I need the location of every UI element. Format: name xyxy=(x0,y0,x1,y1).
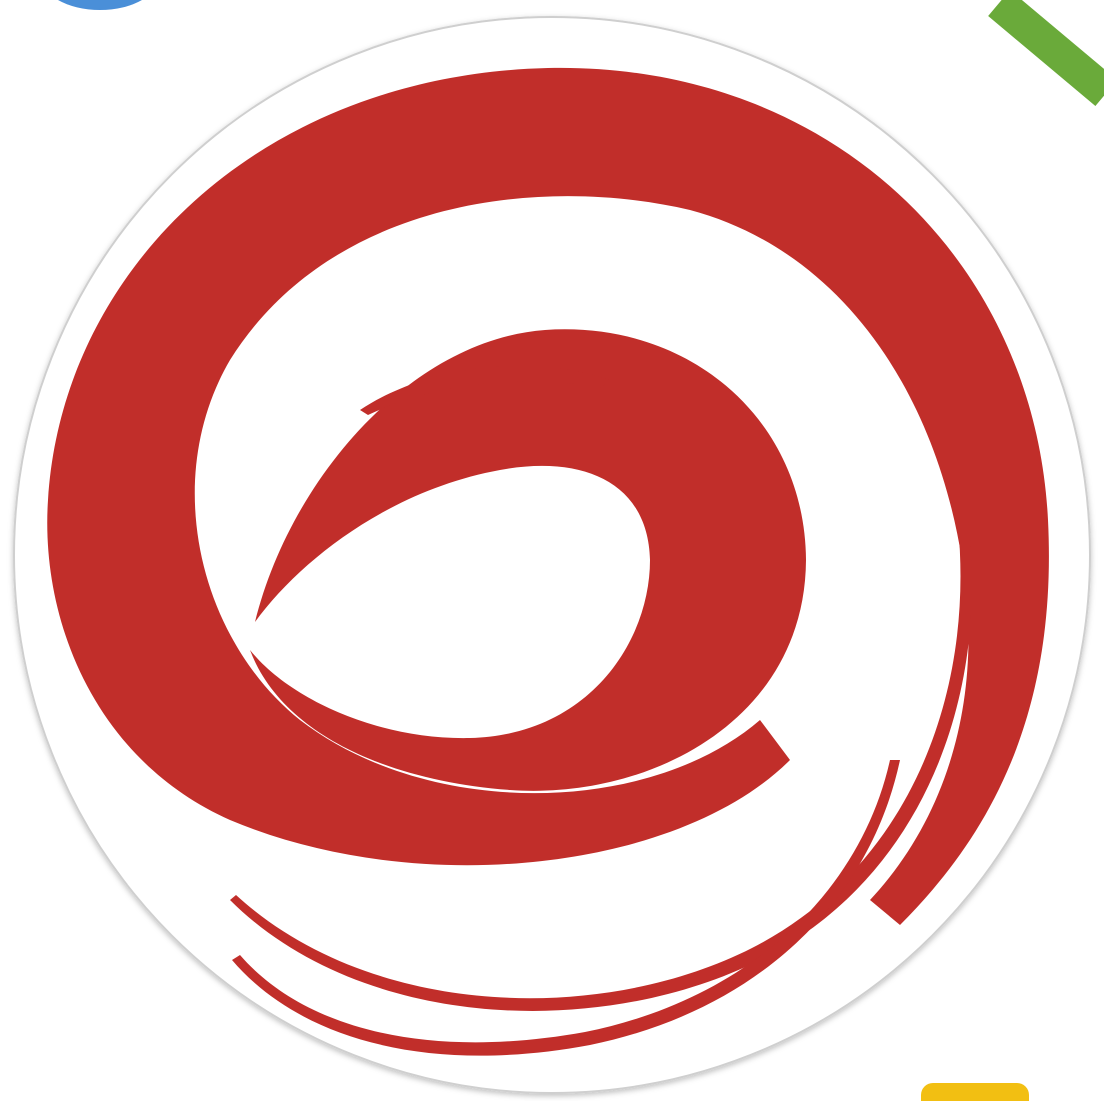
red-swirl-logo-icon xyxy=(13,16,1091,1094)
logo-canvas xyxy=(0,0,1104,1101)
